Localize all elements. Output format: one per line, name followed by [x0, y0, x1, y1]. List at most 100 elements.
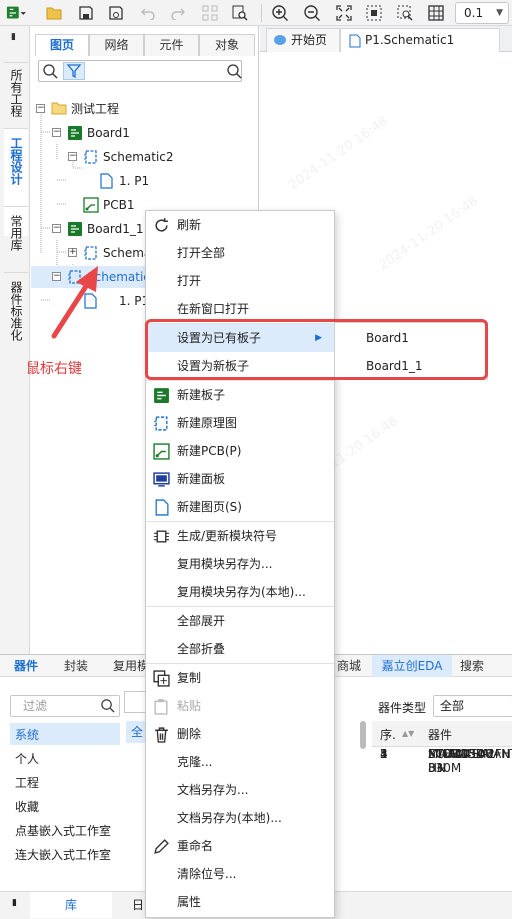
tree-label: Schema [103, 246, 152, 260]
context-menu: 刷新 打开全部 打开 在新窗口打开 设置为已有板子 ▶ 设置为新板子 新建板子 … [145, 210, 335, 918]
copy-icon [153, 670, 170, 687]
menu-item-reuse-save-as[interactable]: 复用模块另存为... [146, 550, 334, 578]
menu-item-new-pcb[interactable]: 新建PCB(P) [146, 437, 334, 465]
save-icon[interactable] [76, 3, 96, 23]
tab-start-page[interactable]: 开始页 [266, 28, 340, 52]
menu-item-open[interactable]: 打开 [146, 267, 334, 295]
menu-item-rename[interactable]: 重命名 [146, 832, 334, 860]
col-device-header[interactable]: 器件 [428, 726, 452, 743]
zoom-selection-icon[interactable] [395, 3, 415, 23]
save-all-icon[interactable] [106, 3, 126, 23]
new-dropdown-icon[interactable] [6, 3, 26, 23]
zoom-in-icon[interactable] [270, 3, 290, 23]
pin-icon[interactable]: ▮ [11, 32, 16, 42]
zoom-select[interactable]: 0.1 ▼ [455, 2, 509, 24]
scrollbar-thumb[interactable] [360, 721, 366, 749]
vertical-tab-bar: ▮ 所有工程 工程设计 常用库 器件标准化 [0, 26, 30, 654]
pcb-icon [153, 443, 170, 460]
search-icon [42, 63, 58, 79]
category-item[interactable]: 连大嵌入式工作室 [15, 845, 111, 865]
refresh-icon [155, 218, 168, 232]
menu-item-properties[interactable]: 属性 [146, 888, 334, 916]
redo-icon[interactable] [168, 3, 188, 23]
page-icon [100, 173, 113, 189]
tab-footprints[interactable]: 封装 [64, 655, 88, 677]
tree-label: 1. P1 [119, 174, 150, 188]
find-icon[interactable] [230, 3, 250, 23]
tree-search-input[interactable] [38, 60, 242, 82]
menu-item-new-schematic[interactable]: 新建原理图 [146, 409, 334, 437]
open-folder-icon[interactable] [44, 3, 64, 23]
menu-item-new-page[interactable]: 新建图页(S) [146, 493, 334, 521]
tree-label: Board1_1 [87, 222, 144, 236]
menu-item-gen-module[interactable]: 生成/更新模块符号 [146, 522, 334, 550]
tab-schematic[interactable]: P1.Schematic1 [340, 28, 500, 52]
device-type-select[interactable]: 全部 [433, 695, 512, 717]
pcb-icon [83, 197, 99, 213]
annotation-arrow [51, 266, 98, 339]
undo-icon[interactable] [138, 3, 158, 23]
tab-search[interactable]: 搜索 [460, 655, 484, 677]
fit-icon[interactable] [334, 3, 354, 23]
device-type-label: 器件类型 [378, 701, 427, 715]
menu-item-open-all[interactable]: 打开全部 [146, 239, 334, 267]
menu-item-doc-save-as-local[interactable]: 文档另存为(本地)... [146, 804, 334, 832]
tab-components[interactable]: 元件 [144, 34, 199, 56]
panel-tabs: 图页 网络 元件 对象 [35, 34, 255, 56]
schematic-icon [154, 416, 168, 431]
tab-reuse[interactable]: 复用模 [113, 655, 149, 677]
zoom-area-icon[interactable] [364, 3, 384, 23]
tab-mall[interactable]: 商城 [337, 655, 361, 677]
tree-label: 测试工程 [71, 102, 120, 116]
zoom-out-icon[interactable] [302, 3, 322, 23]
align-icon[interactable] [200, 3, 220, 23]
tab-devices[interactable]: 器件 [14, 655, 38, 677]
tab-log[interactable]: 日 [132, 892, 144, 918]
subfilter-input[interactable] [124, 691, 146, 713]
main-toolbar: 0.1 ▼ [0, 0, 512, 26]
menu-item-new-board[interactable]: 新建板子 [146, 381, 334, 409]
category-item[interactable]: 工程 [15, 773, 39, 793]
menu-item-collapse-all[interactable]: 全部折叠 [146, 635, 334, 663]
schematic-icon [84, 150, 97, 164]
device-table: 1 XCVU13P-2FH 2 MICRO SIM 8+ 3 MAX40108ANT … [380, 747, 512, 775]
sort-icon[interactable]: ▲▼ [402, 729, 414, 738]
board-icon [68, 126, 82, 140]
board-icon [68, 222, 82, 236]
tab-component-standard[interactable]: 器件标准化 [4, 272, 28, 392]
menu-item-new-panel[interactable]: 新建面板 [146, 465, 334, 493]
menu-item-reuse-save-as-local[interactable]: 复用模块另存为(本地)... [146, 578, 334, 606]
menu-item-clear-designator[interactable]: 清除位号... [146, 860, 334, 888]
start-page-icon [274, 35, 286, 45]
menu-item-delete[interactable]: 删除 [146, 720, 334, 748]
col-index-header[interactable]: 序. [380, 726, 396, 743]
search-icon [226, 63, 242, 79]
menu-item-clone[interactable]: 克隆... [146, 748, 334, 776]
tree-label: Board1 [87, 126, 130, 140]
grid-icon[interactable] [426, 3, 446, 23]
menu-item-copy[interactable]: 复制 [146, 664, 334, 692]
trash-icon [155, 727, 168, 743]
schematic-icon [84, 246, 97, 260]
pin-icon[interactable]: ▮ [12, 898, 17, 908]
category-item[interactable]: 收藏 [15, 797, 39, 817]
menu-item-doc-save-as[interactable]: 文档另存为... [146, 776, 334, 804]
filter-icon[interactable] [63, 62, 85, 80]
category-item[interactable]: 个人 [15, 749, 39, 769]
chip-icon [154, 530, 169, 543]
category-item[interactable]: 点基嵌入式工作室 [15, 821, 111, 841]
tab-nets[interactable]: 网络 [89, 34, 144, 56]
menu-item-expand-all[interactable]: 全部展开 [146, 607, 334, 635]
menu-item-refresh[interactable]: 刷新 [146, 211, 334, 239]
library-filter-input[interactable]: 过滤 [10, 695, 120, 717]
menu-item-paste[interactable]: 粘贴 [146, 692, 334, 720]
paste-icon [154, 699, 168, 715]
chevron-down-icon: ▼ [496, 8, 503, 18]
tab-objects[interactable]: 对象 [199, 34, 255, 56]
tab-library[interactable]: 库 [30, 892, 112, 918]
annotation-text: 鼠标右键 [26, 361, 82, 377]
category-item[interactable]: 系统 [15, 725, 39, 745]
all-item[interactable]: 全 [126, 721, 146, 743]
tab-pages[interactable]: 图页 [35, 34, 89, 56]
tab-jlc-eda[interactable]: 嘉立创EDA [372, 655, 452, 677]
